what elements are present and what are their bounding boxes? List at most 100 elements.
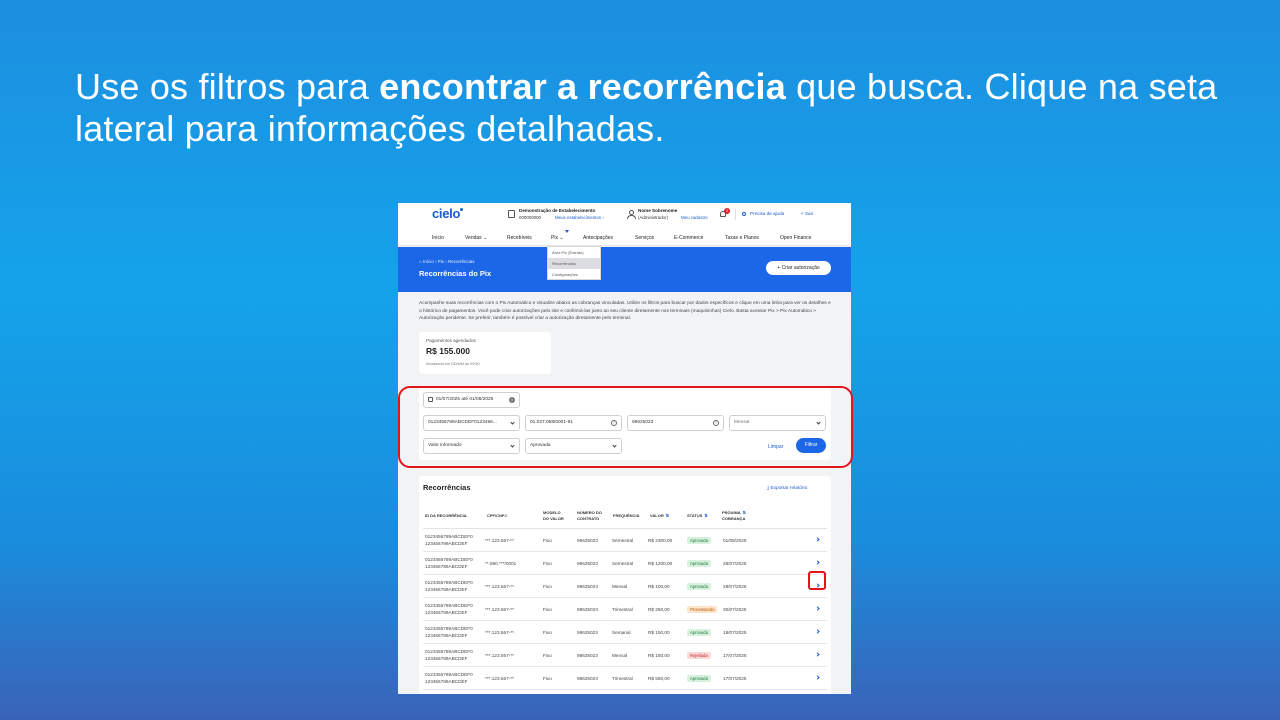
home-icon: ⌂	[419, 259, 422, 264]
menu-item-recebiveis[interactable]: Recebíveis	[507, 235, 532, 241]
amount: R$ 150,00	[648, 653, 670, 658]
value-model: Fixo	[543, 561, 552, 566]
frequency: Semestral	[612, 561, 634, 566]
menu-item-pix[interactable]: Pix ⌄	[551, 235, 564, 241]
status-badge: Aprovada	[687, 583, 711, 590]
column-header-numero: NÚMERO DO CONTRATO	[577, 510, 602, 522]
chevron-down-icon: ⌄	[559, 235, 564, 241]
menu-item-label: Pix	[551, 235, 558, 241]
recurrence-id-line: 0123456789ABCDEF0	[425, 603, 473, 608]
column-header-proxima[interactable]: PRÓXIMA ⇅ COBRANÇA	[722, 510, 746, 522]
chevron-right-icon[interactable]	[815, 560, 820, 565]
recurrence-id-line: 0123456789ABCDEF0	[425, 534, 473, 539]
headline-part1: Use os filtros para	[75, 66, 380, 107]
list-title: Recorrências	[423, 483, 471, 492]
my-profile-link[interactable]: Meu cadastro	[681, 215, 708, 220]
chevron-right-icon[interactable]	[815, 537, 820, 542]
contract-number: 98625023	[577, 561, 598, 566]
exit-link[interactable]: < Sair	[801, 211, 813, 216]
export-report-button[interactable]: ⤓ Exportar relatório	[767, 485, 807, 491]
contract-number: 98625023	[577, 607, 598, 612]
frequency: Semestral	[612, 538, 634, 543]
export-label: Exportar relatório	[770, 486, 808, 491]
breadcrumb-home[interactable]: Início	[423, 259, 434, 264]
top-header: cielo Demonstração de Estabelecimento 00…	[398, 203, 851, 230]
recurrence-id: 0123456789ABCDEF0 123456789ABCDEF	[425, 557, 473, 570]
menu-item-antecipacoes[interactable]: Antecipações	[583, 235, 613, 241]
menu-item-servicos[interactable]: Serviços	[635, 235, 654, 241]
menu-item-ecommerce[interactable]: E-Commerce	[674, 235, 703, 241]
column-header-valor[interactable]: VALOR ⇅	[650, 513, 669, 519]
create-authorization-button[interactable]: + Criar autorização	[766, 261, 831, 275]
table-row[interactable]: 0123456789ABCDEF0 123456789ABCDEF ***.123.…	[423, 598, 827, 621]
active-indicator	[565, 230, 569, 233]
dropdown-item-configuracoes[interactable]: Configurações	[548, 269, 600, 280]
menu-item-open-finance[interactable]: Open Finance	[780, 235, 811, 241]
table-row[interactable]: 0123456789ABCDEF0 123456789ABCDEF ***.123.…	[423, 529, 827, 552]
slide-headline: Use os filtros para encontrar a recorrên…	[75, 66, 1235, 150]
column-header-frequencia: FREQUÊNCIA	[613, 513, 640, 518]
sort-icon: ⇅	[665, 513, 670, 518]
next-charge-date: 28/07/2025	[723, 584, 747, 589]
table-row[interactable]: 0123456789ABCDEF0 123456789ABCDEF **.590.*…	[423, 552, 827, 575]
recurrence-id: 0123456789ABCDEF0 123456789ABCDEF	[425, 534, 473, 547]
recurrence-id-line: 0123456789ABCDEF0	[425, 626, 473, 631]
column-header-label: VALOR	[650, 513, 664, 518]
recurrence-id-line: 123456789ABCDEF	[425, 540, 468, 546]
status-badge: Processando	[687, 606, 718, 613]
recurrence-id: 0123456789ABCDEF0 123456789ABCDEF	[425, 626, 473, 639]
recurrence-id: 0123456789ABCDEF0 123456789ABCDEF	[425, 672, 473, 685]
column-header-modelo: MODELO DO VALOR	[543, 510, 564, 522]
contract-number: 98625023	[577, 653, 598, 658]
recurrence-id-line: 0123456789ABCDEF0	[425, 649, 473, 654]
table-row[interactable]: 0123456789ABCDEF0 123456789ABCDEF ***.123.…	[423, 621, 827, 644]
value-model: Fixo	[543, 676, 552, 681]
column-header-line: COBRANÇA	[722, 516, 746, 521]
chevron-right-icon[interactable]	[815, 629, 820, 634]
page-title: Recorrências do Pix	[419, 269, 492, 278]
cpf-cnpj: ***.123.567-**	[485, 676, 514, 681]
scheduled-updated: Atualizado em DD/MM às 09:50	[426, 362, 480, 366]
column-header-line: NÚMERO DO	[577, 510, 602, 515]
recurrence-id-line: 0123456789ABCDEF0	[425, 580, 473, 585]
frequency: Trimestral	[612, 607, 633, 612]
table-row[interactable]: 0123456789ABCDEF0 123456789ABCDEF ***.123.…	[423, 575, 827, 598]
recurrences-list: Recorrências ⤓ Exportar relatório ID DA …	[419, 476, 831, 694]
headline-bold: encontrar a recorrência	[379, 66, 786, 107]
menu-item-taxas[interactable]: Taxas e Planos	[725, 235, 759, 241]
table-row[interactable]: 0123456789ABCDEF0 123456789ABCDEF ***.123.…	[423, 667, 827, 690]
my-establishments-link[interactable]: Meus estabelecimentos ›	[555, 215, 604, 220]
scheduled-value: R$ 155.000	[426, 346, 470, 356]
main-menu: Início Vendas ⌄ Recebíveis Pix ⌄ Antecip…	[398, 230, 851, 246]
value-model: Fixo	[543, 630, 552, 635]
page-description: Acompanhe suas recorrências com o Pix Au…	[419, 301, 831, 322]
user-name: Nome Sobrenome	[638, 208, 678, 213]
sort-icon: ⇅	[704, 513, 708, 518]
dropdown-item-area-pix[interactable]: Área Pix (Extrato)	[548, 247, 600, 258]
help-icon	[742, 212, 746, 216]
value-model: Fixo	[543, 584, 552, 589]
column-header-status[interactable]: STATUS ⇅	[687, 513, 708, 519]
recurrence-id-line: 123456789ABCDEF	[425, 563, 468, 569]
breadcrumb-pix[interactable]: Pix	[438, 259, 444, 264]
table-row[interactable]: 0123456789ABCDEF0 123456789ABCDEF ***.123.…	[423, 644, 827, 667]
arrow-highlight-frame	[808, 571, 826, 590]
menu-item-inicio[interactable]: Início	[432, 235, 444, 241]
menu-item-vendas[interactable]: Vendas ⌄	[465, 235, 487, 241]
contract-number: 98625023	[577, 584, 598, 589]
recurrence-id-line: 0123456789ABCDEF0	[425, 557, 473, 562]
chevron-right-icon[interactable]	[815, 606, 820, 611]
recurrence-id-line: 123456789ABCDEF	[425, 678, 468, 684]
cielo-logo[interactable]: cielo	[432, 206, 464, 221]
dropdown-item-recorrencias[interactable]: Recorrências	[548, 258, 600, 269]
frequency: Semanal	[612, 630, 631, 635]
column-header-line: CONTRATO	[577, 516, 600, 521]
recurrence-id: 0123456789ABCDEF0 123456789ABCDEF	[425, 649, 473, 662]
chevron-right-icon[interactable]	[815, 652, 820, 657]
recurrence-id-line: 123456789ABCDEF	[425, 632, 468, 638]
chevron-right-icon[interactable]	[815, 675, 820, 680]
cpf-cnpj: ***.123.567-**	[485, 607, 514, 612]
help-link[interactable]: Precisa de ajuda	[750, 211, 784, 216]
breadcrumb-current: Recorrências	[448, 259, 475, 264]
sort-icon: ⇅	[742, 510, 747, 515]
